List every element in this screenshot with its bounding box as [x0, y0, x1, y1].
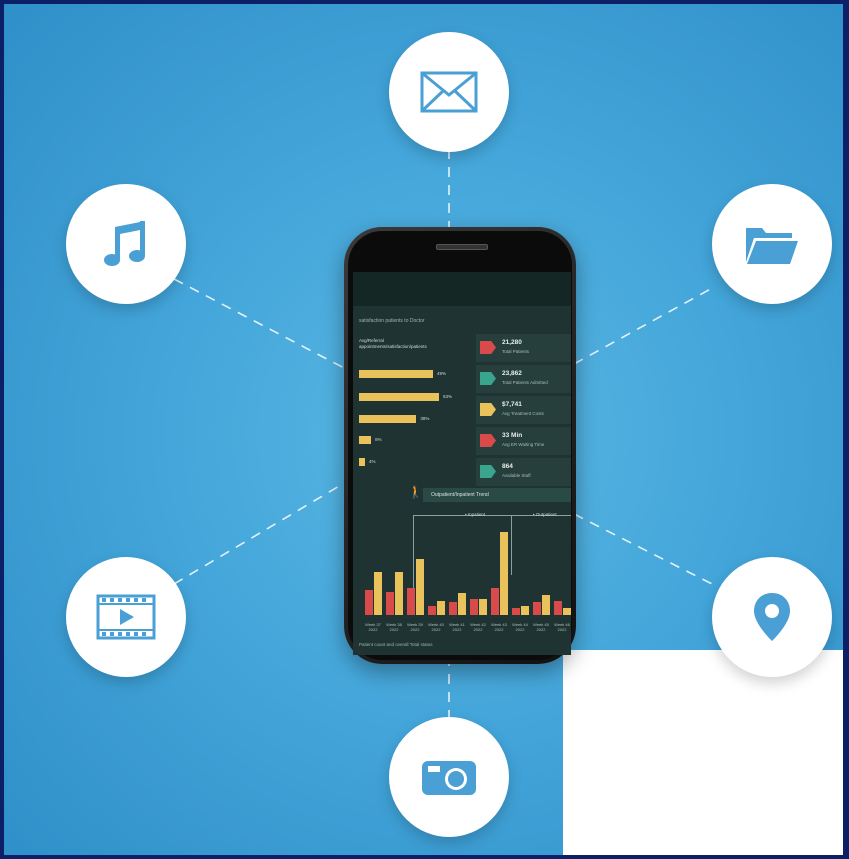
- inpatient-bar: [407, 588, 415, 615]
- legend-connector-mid: [511, 515, 512, 575]
- inpatient-bar: [512, 607, 520, 615]
- phone-screen-dashboard: satisfaction patients to Doctor Avg/Refe…: [353, 272, 571, 655]
- kpi-label: Avg ER Waiting Time: [502, 442, 545, 447]
- kpi-tag-icon: [480, 341, 496, 354]
- outpatient-bar: [479, 598, 487, 615]
- outpatient-bar: [521, 606, 529, 615]
- kpi-card: 21,280 Total Patients: [476, 334, 571, 362]
- inpatient-bar: [428, 606, 436, 615]
- x-tick-label: Week 45 2022: [533, 622, 549, 632]
- folder-icon: [746, 228, 798, 264]
- outpatient-bar: [374, 571, 382, 615]
- legend-inpatient: • Inpatient: [465, 512, 486, 517]
- walking-person-icon: 🚶: [408, 485, 423, 499]
- kpi-card: 33 Min Avg ER Waiting Time: [476, 427, 571, 455]
- music-icon-button[interactable]: [66, 184, 186, 304]
- inpatient-bar: [365, 589, 373, 615]
- outpatient-bar: [563, 607, 571, 615]
- mail-icon-button[interactable]: [389, 32, 509, 152]
- x-tick-label: Week 41 2022: [449, 622, 465, 632]
- trend-title: Outpatient/Inpatient Trend: [423, 488, 571, 502]
- hbar-label: 38%: [420, 416, 430, 421]
- x-tick-label: Week 43 2022: [491, 622, 507, 632]
- hbar: [359, 458, 366, 466]
- kpi-value: 23,862: [502, 370, 522, 377]
- inpatient-bar: [449, 602, 457, 615]
- x-tick-label: Week 38 2022: [386, 622, 402, 632]
- hbar: [359, 415, 417, 423]
- kpi-label: Total Patients Admitted: [502, 380, 548, 385]
- outpatient-bar: [542, 595, 550, 615]
- camera-icon-button[interactable]: [389, 717, 509, 837]
- kpi-card: 23,862 Total Patients Admitted: [476, 365, 571, 393]
- legend-outpatient: • Outpatient: [533, 512, 557, 517]
- inpatient-bar: [386, 591, 394, 615]
- kpi-value: 864: [502, 463, 513, 470]
- dashboard-footnote: Patient count and overall Total status: [359, 642, 433, 647]
- kpi-label: Avg Treatment Costs: [502, 411, 544, 416]
- kpi-label: Available Staff: [502, 473, 531, 478]
- inpatient-bar: [470, 598, 478, 615]
- video-icon: [96, 594, 156, 640]
- kpi-label: Total Patients: [502, 349, 530, 354]
- kpi-tag-icon: [480, 372, 496, 385]
- kpi-tag-icon: [480, 465, 496, 478]
- folder-icon-button[interactable]: [712, 184, 832, 304]
- outpatient-bar: [416, 559, 424, 615]
- x-tick-label: Week 46 2022: [554, 622, 570, 632]
- outpatient-bar: [500, 532, 508, 615]
- hbar: [359, 393, 439, 401]
- kpi-tag-icon: [480, 434, 496, 447]
- inpatient-bar: [491, 588, 499, 615]
- bar-legend-line-2: appointments/satisfaction/patients: [359, 344, 427, 349]
- camera-icon: [422, 761, 476, 795]
- hbar-label: 53%: [443, 394, 453, 399]
- x-tick-label: Week 39 2022: [407, 622, 423, 632]
- outpatient-bar: [458, 593, 466, 615]
- phone-speaker: [436, 244, 488, 250]
- kpi-tag-icon: [480, 403, 496, 416]
- inpatient-bar: [533, 602, 541, 615]
- dashboard-top-bar: [353, 272, 571, 306]
- map-pin-icon: [754, 593, 790, 641]
- bar-legend: Avg/Referral appointments/satisfaction/p…: [359, 338, 427, 350]
- kpi-value: 33 Min: [502, 432, 523, 439]
- x-tick-label: Week 44 2022: [512, 622, 528, 632]
- video-icon-button[interactable]: [66, 557, 186, 677]
- dashboard-subtitle: satisfaction patients to Doctor: [359, 318, 425, 324]
- hbar-label: 49%: [436, 371, 446, 376]
- hbar-label: 4%: [369, 459, 376, 464]
- music-note-icon: [104, 221, 145, 266]
- kpi-card: $7,741 Avg Treatment Costs: [476, 396, 571, 424]
- x-tick-label: Week 37 2022: [365, 622, 381, 632]
- kpi-card: 864 Available Staff: [476, 458, 571, 486]
- location-icon-button[interactable]: [712, 557, 832, 677]
- hbar: [359, 436, 372, 444]
- hbar: [359, 370, 433, 378]
- x-tick-label: Week 40 2022: [428, 622, 444, 632]
- outpatient-bar: [395, 571, 403, 615]
- outpatient-bar: [437, 600, 445, 615]
- kpi-value: 21,280: [502, 339, 522, 346]
- illustration-frame: satisfaction patients to Doctor Avg/Refe…: [0, 0, 849, 859]
- kpi-value: $7,741: [502, 401, 522, 408]
- hbar-label: 8%: [375, 437, 382, 442]
- inpatient-bar: [554, 600, 562, 615]
- mail-icon: [420, 71, 478, 113]
- x-tick-label: Week 42 2022: [470, 622, 486, 632]
